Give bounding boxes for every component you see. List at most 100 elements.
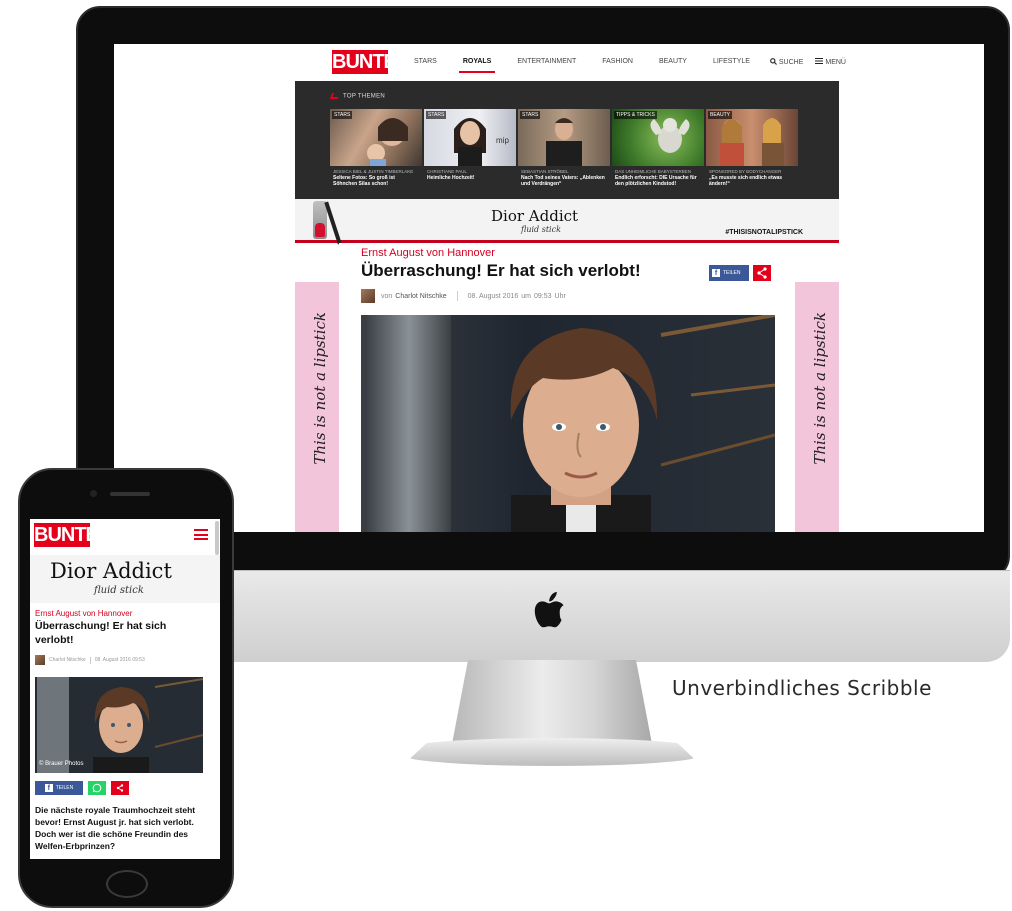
ad-sub: fluid stick (94, 585, 144, 596)
author-prefix: von (381, 292, 393, 300)
share-button[interactable] (753, 265, 771, 281)
teaser-kicker: JESSICA BIEL & JUSTIN TIMBERLAKE (333, 169, 414, 174)
ad-sub: fluid stick (521, 225, 561, 234)
dior-ad-banner[interactable]: Dior Addict fluid stick (30, 555, 220, 603)
side-ad-text: This is not a lipstick (311, 312, 329, 465)
facebook-icon: f (44, 784, 53, 792)
side-ad-left[interactable]: This is not a lipstick (295, 282, 339, 532)
bunte-logo[interactable]: BUNTE (34, 523, 99, 547)
time-prefix: um (521, 292, 531, 300)
facebook-share-button[interactable]: f TEILEN (709, 265, 749, 281)
article-kicker[interactable]: Ernst August von Hannover (35, 609, 132, 618)
share-label: TEILEN (55, 785, 74, 791)
nav-item-fashion[interactable]: FASHION (602, 58, 633, 66)
author-name[interactable]: Charlot Nitschke (49, 657, 86, 663)
author-avatar (35, 655, 45, 665)
teaser-tag: BEAUTY (708, 111, 733, 119)
teaser-kicker: DAS UNHEIMLICHE BABYSTERBEN (615, 169, 692, 174)
author-name[interactable]: Charlot Nitschke (395, 293, 446, 300)
share-icon (757, 267, 767, 279)
teaser-title: Heimliche Hochzeit! (427, 175, 475, 181)
time-suffix: Uhr (554, 292, 566, 300)
teaser-title: Nach Tod seines Vaters: „Ablenken und Ve… (521, 175, 605, 188)
search-button[interactable]: SUCHE (770, 58, 803, 66)
mobile-screen: BUNTE Dior Addict fluid stick Ernst Augu… (30, 519, 220, 859)
nav-item-lifestyle[interactable]: LIFESTYLE (713, 58, 750, 66)
byline-divider (89, 656, 91, 664)
teaser-image: BEAUTY (706, 109, 798, 166)
publish-time: 09:53 (534, 292, 552, 300)
site-header: BUNTE STARS ROYALS ENTERTAINMENT FASHION… (114, 44, 984, 80)
article-hero-image: © Brauer Photos (35, 677, 203, 773)
teaser-card[interactable]: STARS SEBASTIAN STRÖBEL Nach Tod seines … (518, 109, 610, 197)
share-button[interactable] (111, 781, 129, 795)
share-icon (116, 784, 124, 792)
phone-speaker (110, 492, 150, 496)
main-nav: STARS ROYALS ENTERTAINMENT FASHION BEAUT… (414, 58, 846, 73)
desktop-screen: BUNTE STARS ROYALS ENTERTAINMENT FASHION… (114, 44, 984, 532)
teaser-image: STARS (518, 109, 610, 166)
teaser-tag: STARS (520, 111, 541, 119)
whatsapp-share-button[interactable] (88, 781, 106, 795)
teaser-title: Seltene Fotos: So groß ist Söhnchen Sila… (333, 175, 395, 188)
publish-date: 08. August 2016 (467, 292, 519, 300)
article-teaser: Die nächste royale Traumhochzeit steht b… (35, 805, 196, 851)
teaser-tag: TIPPS & TRICKS (614, 111, 657, 119)
article-kicker[interactable]: Ernst August von Hannover (361, 247, 495, 259)
menu-icon (815, 58, 824, 64)
hamburger-menu-icon[interactable] (194, 529, 208, 540)
article-headline: Überraschung! Er hat sich verlobt! (361, 261, 641, 280)
facebook-share-button[interactable]: f TEILEN (35, 781, 83, 795)
teaser-tag: STARS (332, 111, 353, 119)
teaser-title: Endlich erforscht: DIE Ursache für den p… (615, 175, 697, 188)
photo-credit: © Brauer Photos (39, 761, 84, 767)
teaser-card[interactable]: BEAUTY SPONSORED BY BODYCHANGER „Es muss… (706, 109, 798, 197)
teaser-image: STARS (330, 109, 422, 166)
share-bar: f TEILEN (35, 781, 129, 795)
menu-button[interactable]: MENÜ (815, 58, 846, 66)
top-themen-cards: STARS JESSICA BIEL & JUSTIN TIMBERLAKE S… (330, 109, 798, 197)
article-hero-image (361, 315, 775, 532)
share-label: TEILEN (723, 270, 741, 276)
dior-ad-banner[interactable]: Dior Addict fluid stick #THISISNOTALIPST… (295, 199, 839, 245)
svg-text:mip: mip (496, 136, 509, 145)
byline: von Charlot Nitschke 08. August 2016 um … (361, 289, 566, 303)
teaser-image: mip STARS (424, 109, 516, 166)
menu-label: MENÜ (825, 59, 846, 66)
search-icon (770, 58, 777, 65)
article-headline: Überraschung! Er hat sich verlobt! (35, 620, 167, 646)
bunte-logo[interactable]: BUNTE (332, 50, 397, 74)
teaser-tag: STARS (426, 111, 447, 119)
hero-photo-art (361, 315, 775, 532)
teaser-card[interactable]: mip STARS CHRISTIANE PAUL Heimliche Hoch… (424, 109, 516, 197)
whatsapp-icon (92, 783, 102, 793)
nav-item-entertainment[interactable]: ENTERTAINMENT (517, 58, 576, 66)
ad-brand: Dior Addict (50, 559, 172, 583)
nav-item-beauty[interactable]: BEAUTY (659, 58, 687, 66)
facebook-icon: f (712, 269, 720, 277)
byline: Charlot Nitschke 08. August 2016 09:53 (35, 655, 145, 665)
top-themen-band: TOP THEMEN STARS JESSICA BIEL & JUSTIN T… (295, 81, 839, 199)
article: Ernst August von Hannover Überraschung! … (339, 243, 795, 532)
phone-home-button[interactable] (106, 870, 148, 898)
side-ad-right[interactable]: This is not a lipstick (795, 282, 839, 532)
author-avatar (361, 289, 375, 303)
hero-photo-art (35, 677, 203, 773)
teaser-card[interactable]: TIPPS & TRICKS DAS UNHEIMLICHE BABYSTERB… (612, 109, 704, 197)
imac-stand-neck (452, 660, 652, 744)
ad-hashtag: #THISISNOTALIPSTICK (725, 229, 803, 236)
byline-divider (456, 291, 458, 301)
side-ad-text: This is not a lipstick (811, 312, 829, 465)
scrollbar[interactable] (215, 521, 219, 555)
teaser-card[interactable]: STARS JESSICA BIEL & JUSTIN TIMBERLAKE S… (330, 109, 422, 197)
search-label: SUCHE (778, 59, 804, 66)
nav-item-stars[interactable]: STARS (414, 58, 437, 66)
publish-datetime: 08. August 2016 09:53 (94, 657, 145, 663)
phone-camera (90, 490, 97, 497)
ad-brand: Dior Addict (491, 207, 579, 225)
nav-item-royals[interactable]: ROYALS (458, 58, 495, 73)
apple-logo-icon (534, 591, 564, 628)
top-themen-label: TOP THEMEN (331, 93, 385, 100)
teaser-title: „Es musste sich endlich etwas ändern!“ (709, 175, 783, 188)
teaser-image: TIPPS & TRICKS (612, 109, 704, 166)
